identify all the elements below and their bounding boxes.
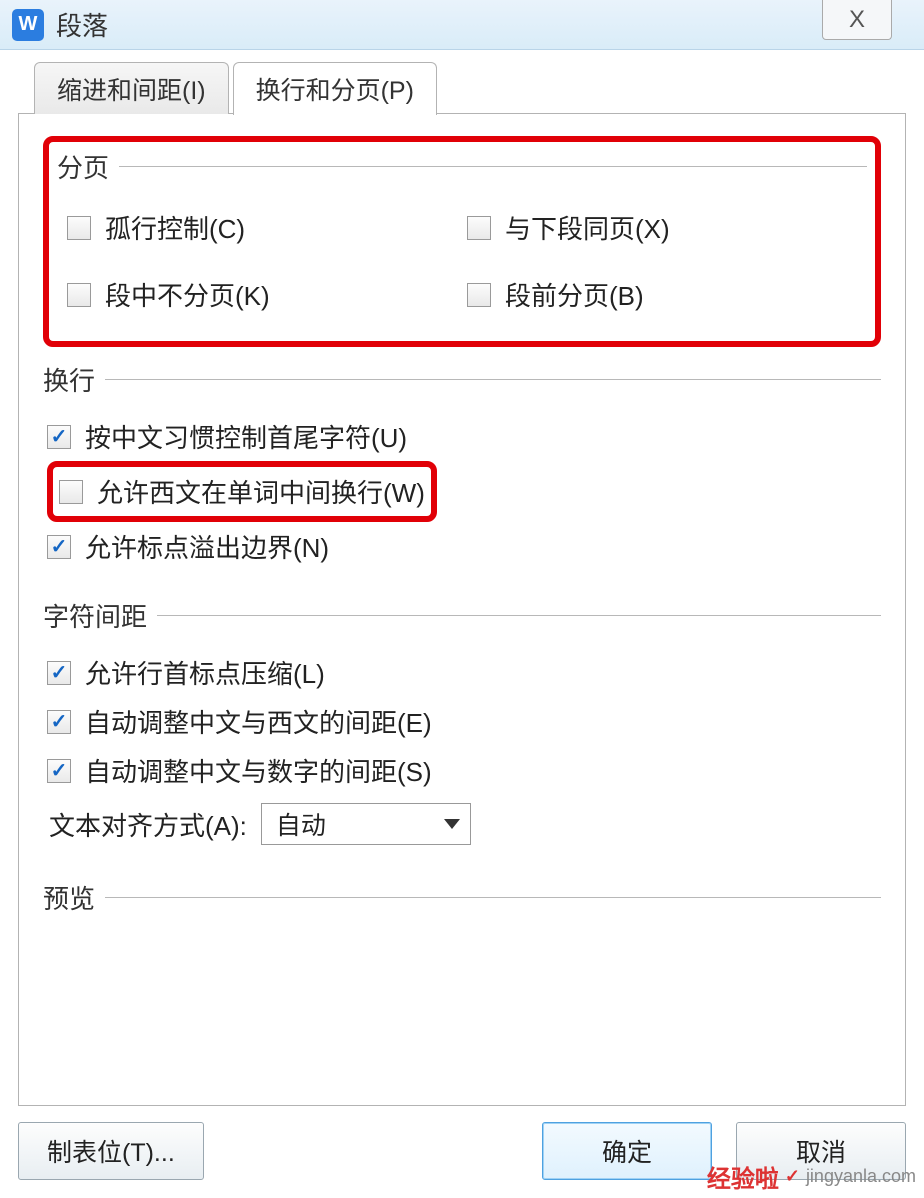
checkbox-label: 允许行首标点压缩(L)	[85, 654, 325, 691]
checkbox-icon	[67, 283, 91, 307]
checkbox-label: 与下段同页(X)	[505, 209, 670, 246]
checkbox-icon	[467, 283, 491, 307]
char-spacing-legend: 字符间距	[43, 597, 157, 634]
text-align-label: 文本对齐方式(A):	[49, 806, 247, 843]
checkbox-icon	[47, 661, 71, 685]
watermark: 经验啦 ✓ jingyanla.com	[707, 1159, 916, 1194]
linebreak-legend: 换行	[43, 361, 105, 398]
checkbox-label: 段前分页(B)	[505, 276, 644, 313]
preview-area	[47, 930, 877, 1090]
app-icon: W	[12, 9, 44, 41]
checkbox-label: 自动调整中文与西文的间距(E)	[85, 703, 432, 740]
checkbox-icon	[67, 216, 91, 240]
checkbox-orphan-control[interactable]: 孤行控制(C)	[67, 203, 457, 252]
checkbox-label: 允许西文在单词中间换行(W)	[97, 473, 425, 510]
tab-panel: 分页 孤行控制(C) 与下段同页(X) 段中不分页(K)	[18, 113, 906, 1106]
checkbox-icon	[47, 425, 71, 449]
tab-strip: 缩进和间距(I) 换行和分页(P)	[34, 62, 906, 114]
checkbox-space-cn-en[interactable]: 自动调整中文与西文的间距(E)	[47, 697, 877, 746]
check-icon: ✓	[785, 1166, 800, 1187]
pagination-highlight: 分页 孤行控制(C) 与下段同页(X) 段中不分页(K)	[43, 136, 881, 347]
checkbox-icon	[47, 710, 71, 734]
checkbox-keep-with-next[interactable]: 与下段同页(X)	[467, 203, 857, 252]
preview-legend: 预览	[43, 879, 105, 916]
combo-value: 自动	[276, 806, 326, 842]
dialog-content: 缩进和间距(I) 换行和分页(P) 分页 孤行控制(C) 与下段同页(X)	[18, 62, 906, 1180]
title-bar: W 段落 X	[0, 0, 924, 50]
checkbox-icon	[59, 480, 83, 504]
checkbox-icon	[467, 216, 491, 240]
checkbox-icon	[47, 759, 71, 783]
tab-indent-spacing[interactable]: 缩进和间距(I)	[34, 62, 229, 114]
linebreak-group: 换行 按中文习惯控制首尾字符(U) 允许西文在单词中间换行(W) 允许标点溢出边…	[43, 361, 881, 579]
latin-wrap-highlight: 允许西文在单词中间换行(W)	[47, 461, 437, 522]
close-icon: X	[849, 6, 865, 34]
checkbox-label: 自动调整中文与数字的间距(S)	[85, 752, 432, 789]
text-align-row: 文本对齐方式(A): 自动	[47, 795, 877, 853]
checkbox-label: 孤行控制(C)	[105, 209, 245, 246]
preview-group: 预览	[43, 879, 881, 1098]
tabs-button[interactable]: 制表位(T)...	[18, 1122, 204, 1180]
pagination-group: 分页 孤行控制(C) 与下段同页(X) 段中不分页(K)	[57, 148, 867, 331]
pagination-legend: 分页	[57, 148, 119, 185]
tab-line-page-breaks[interactable]: 换行和分页(P)	[233, 62, 437, 115]
close-button[interactable]: X	[822, 0, 892, 40]
text-align-combo[interactable]: 自动	[261, 803, 471, 845]
checkbox-punct-overflow[interactable]: 允许标点溢出边界(N)	[47, 522, 877, 571]
watermark-site: jingyanla.com	[806, 1166, 916, 1187]
char-spacing-group: 字符间距 允许行首标点压缩(L) 自动调整中文与西文的间距(E) 自动调整中文与…	[43, 597, 881, 861]
checkbox-label: 按中文习惯控制首尾字符(U)	[85, 418, 407, 455]
watermark-brand: 经验啦	[707, 1159, 779, 1194]
checkbox-cjk-first-last[interactable]: 按中文习惯控制首尾字符(U)	[47, 412, 877, 461]
checkbox-latin-word-wrap[interactable]: 允许西文在单词中间换行(W)	[59, 469, 425, 514]
checkbox-label: 允许标点溢出边界(N)	[85, 528, 329, 565]
checkbox-compress-punct[interactable]: 允许行首标点压缩(L)	[47, 648, 877, 697]
checkbox-page-break-before[interactable]: 段前分页(B)	[467, 270, 857, 319]
checkbox-label: 段中不分页(K)	[105, 276, 270, 313]
checkbox-icon	[47, 535, 71, 559]
checkbox-space-cn-num[interactable]: 自动调整中文与数字的间距(S)	[47, 746, 877, 795]
dialog-title: 段落	[56, 6, 108, 43]
chevron-down-icon	[444, 819, 460, 829]
checkbox-keep-together[interactable]: 段中不分页(K)	[67, 270, 457, 319]
ok-button[interactable]: 确定	[542, 1122, 712, 1180]
